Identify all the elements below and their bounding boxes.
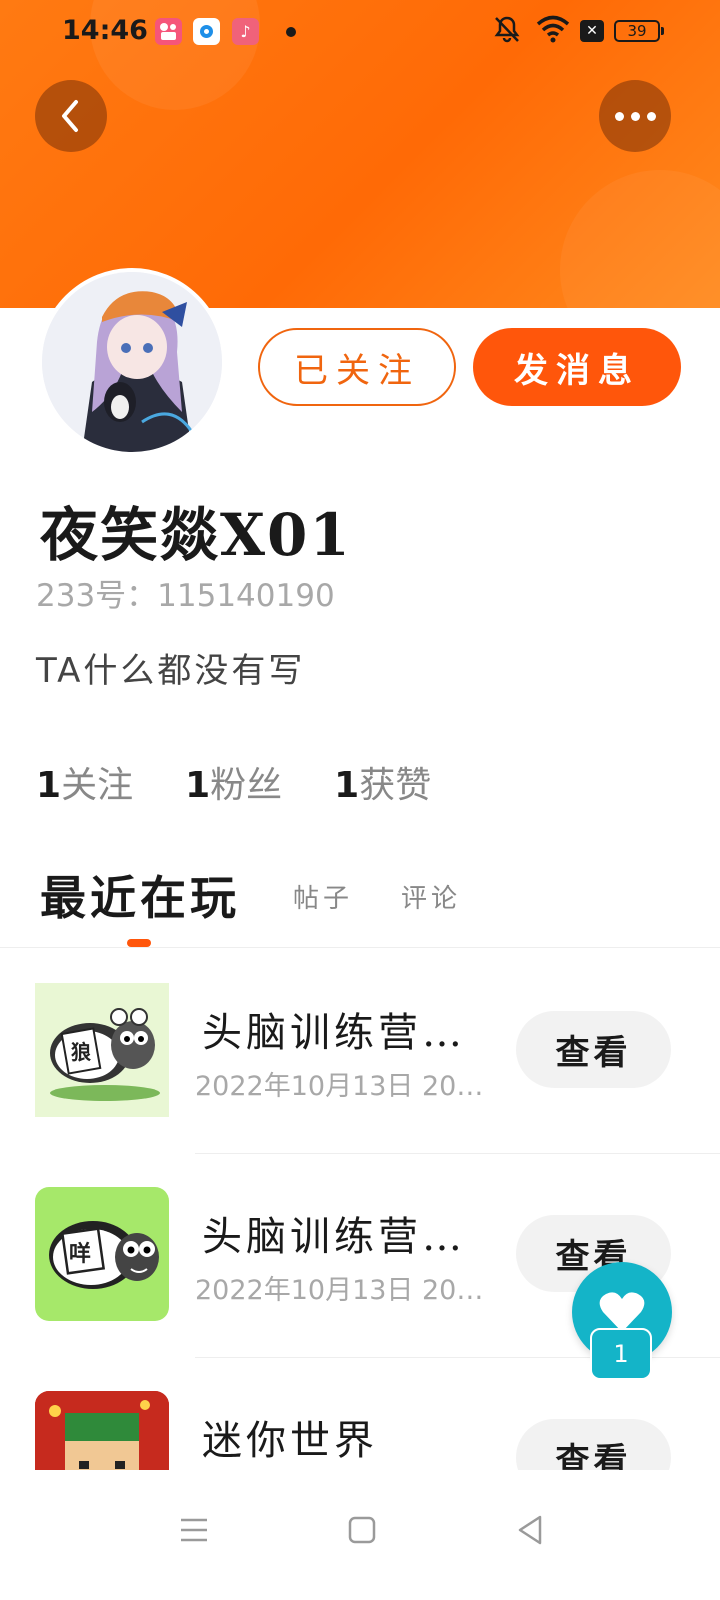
nav-recents-button[interactable] [164, 1500, 224, 1560]
mini-world-game-icon [35, 1391, 169, 1470]
like-count-badge: 1 [590, 1328, 652, 1380]
game-title: 迷你世界 [202, 1418, 378, 1464]
stat-likes[interactable]: 1获赞 [334, 756, 431, 808]
game-thumbnail[interactable]: 咩 [35, 1187, 169, 1321]
list-item[interactable]: 狼 头脑训练营… 2022年10月13日 20… 查看 [0, 950, 720, 1154]
bell-muted-icon [492, 14, 522, 50]
back-button[interactable] [35, 80, 107, 152]
browser-app-icon [193, 18, 220, 45]
stat-followers-count: 1 [185, 765, 211, 806]
svg-text:狼: 狼 [71, 1040, 92, 1064]
status-bar: 14:46 ♪ ✕ 39 [0, 0, 720, 64]
stat-followers-label: 粉丝 [210, 765, 283, 806]
user-bio: TA什么都没有写 [36, 651, 306, 691]
tabs-divider [0, 947, 720, 948]
menu-icon [181, 1518, 207, 1542]
sheep-game-icon: 咩 [49, 1221, 159, 1289]
more-options-button[interactable] [599, 80, 671, 152]
more-dots-icon [614, 111, 656, 121]
system-navigation-bar [0, 1470, 720, 1600]
status-time: 14:46 [62, 15, 148, 46]
profile-stats: 1关注 1粉丝 1获赞 [36, 756, 431, 808]
sheep-game-icon: 狼 [50, 1008, 160, 1101]
sim-x-icon: ✕ [580, 20, 604, 42]
game-date: 2022年10月13日 20… [195, 1275, 484, 1306]
kuaishou-app-icon [155, 18, 182, 45]
tab-posts[interactable]: 帖子 [293, 878, 353, 915]
home-square-icon [348, 1516, 376, 1544]
wifi-icon [536, 14, 570, 48]
game-date: 2022年10月13日 20… [195, 1071, 484, 1102]
tab-comments[interactable]: 评论 [401, 878, 461, 915]
tab-recently-played[interactable]: 最近在玩 [40, 862, 240, 928]
profile-tabs: 最近在玩 帖子 评论 [40, 862, 720, 942]
nav-home-button[interactable] [332, 1500, 392, 1560]
nav-back-button[interactable] [500, 1500, 560, 1560]
following-button[interactable]: 已关注 [258, 328, 456, 406]
game-title: 头脑训练营… [202, 1214, 466, 1260]
send-message-button[interactable]: 发消息 [473, 328, 681, 406]
game-thumbnail[interactable] [35, 1391, 169, 1470]
back-triangle-icon [518, 1515, 542, 1545]
svg-text:咩: 咩 [69, 1241, 91, 1267]
tab-active-indicator [127, 939, 151, 947]
recent-games-list: 狼 头脑训练营… 2022年10月13日 20… 查看 咩 头脑训练营… 202… [0, 950, 720, 1470]
avatar[interactable] [38, 268, 226, 456]
game-title: 头脑训练营… [202, 1010, 466, 1056]
view-button[interactable]: 查看 [516, 1011, 671, 1088]
chevron-left-icon [62, 100, 78, 132]
user-id: 233号：115140190 [36, 578, 335, 614]
battery-indicator: 39 [614, 20, 664, 42]
stat-likes-label: 获赞 [359, 765, 432, 806]
stat-following[interactable]: 1关注 [36, 756, 133, 808]
notification-dot-icon [286, 27, 296, 37]
stat-following-label: 关注 [61, 765, 134, 806]
header-decor-circle [560, 170, 720, 308]
username: 夜笑燚X01 [40, 501, 352, 569]
stat-likes-count: 1 [334, 765, 360, 806]
game-thumbnail[interactable]: 狼 [35, 983, 169, 1117]
stat-following-count: 1 [36, 765, 62, 806]
music-app-icon: ♪ [232, 18, 259, 45]
stat-followers[interactable]: 1粉丝 [185, 756, 282, 808]
view-button[interactable]: 查看 [516, 1419, 671, 1470]
avatar-illustration [42, 272, 222, 452]
